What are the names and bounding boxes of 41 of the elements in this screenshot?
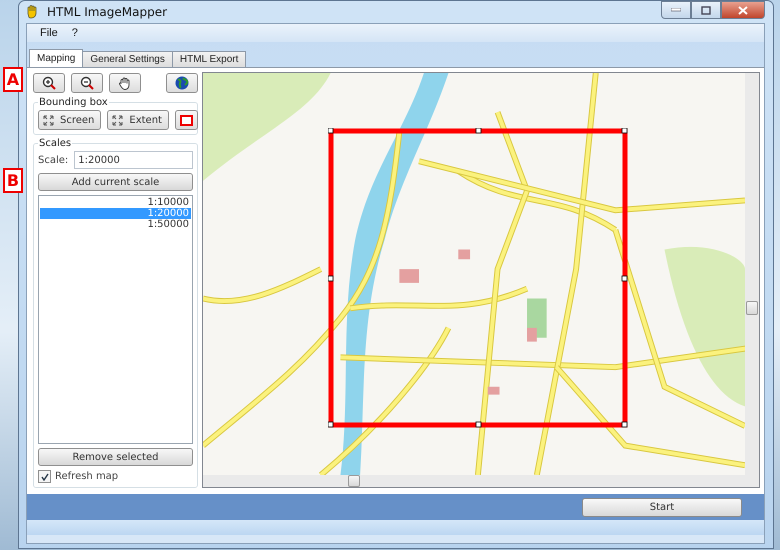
menu-item[interactable]: ?: [64, 27, 85, 39]
tab[interactable]: General Settings: [82, 51, 173, 67]
scale-list-item[interactable]: 1:50000: [40, 219, 191, 230]
group-title: Bounding box: [38, 97, 109, 108]
check-icon: [40, 472, 48, 480]
checkbox-label: Refresh map: [55, 471, 118, 482]
zoom-out-button[interactable]: [71, 73, 103, 93]
scale-field[interactable]: 1:20000: [74, 151, 193, 169]
callout-label: B: [3, 168, 23, 193]
pan-button[interactable]: [109, 73, 141, 93]
hand-icon: [118, 76, 132, 90]
close-button[interactable]: [721, 1, 765, 19]
rectangle-icon: [180, 114, 193, 126]
checkbox[interactable]: [38, 470, 51, 483]
start-button[interactable]: Start: [582, 498, 742, 516]
bounds-button[interactable]: Extent: [107, 110, 169, 130]
globe-icon: [175, 76, 189, 90]
zoom-out-icon: [80, 76, 94, 90]
rectangle-button[interactable]: [174, 110, 198, 130]
remove-button[interactable]: Remove selected: [38, 448, 193, 466]
expand-icon: [112, 114, 124, 126]
bounding-box-frame[interactable]: [328, 128, 628, 428]
maximize-button[interactable]: [691, 1, 721, 19]
add-scale-button[interactable]: Add current scale: [38, 173, 193, 191]
tab[interactable]: HTML Export: [172, 51, 246, 67]
tab[interactable]: Mapping: [29, 49, 84, 67]
callout-label: A: [3, 67, 23, 92]
group-title: Scales: [38, 138, 72, 149]
close-icon: [738, 6, 748, 14]
minimize-button[interactable]: [661, 1, 691, 19]
bounds-button[interactable]: Screen: [38, 110, 102, 130]
maximize-icon: [701, 6, 711, 14]
zoom-in-icon: [42, 76, 56, 90]
globe-button[interactable]: [166, 73, 198, 93]
window-title: HTML ImageMapper: [47, 5, 168, 19]
scale-list-item[interactable]: 1:10000: [40, 197, 191, 208]
zoom-in-button[interactable]: [33, 73, 65, 93]
expand-icon: [43, 114, 54, 126]
menu-item[interactable]: File: [33, 27, 65, 39]
minimize-icon: [671, 8, 681, 12]
scale-label: Scale:: [38, 154, 68, 166]
